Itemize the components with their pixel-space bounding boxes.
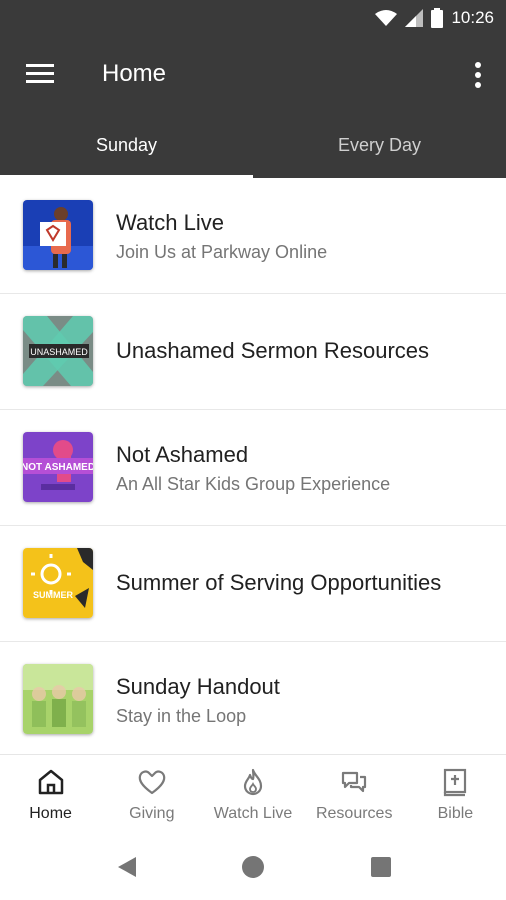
thumb-text: NOT ASHAMED: [23, 462, 93, 473]
nav-home[interactable]: Home: [0, 755, 101, 835]
tab-label: Every Day: [337, 134, 422, 155]
status-icons: 10:26: [375, 8, 494, 28]
battery-icon: [431, 8, 444, 28]
clock: 10:26: [451, 8, 494, 27]
nav-resources[interactable]: Resources: [304, 755, 405, 835]
list-item-unashamed-sermon-resources[interactable]: UNASHAMED Unashamed Sermon Resources: [0, 294, 506, 410]
app-bar: Home: [0, 36, 506, 112]
sunday-handout-thumbnail: [23, 664, 93, 734]
menu-icon[interactable]: [26, 62, 54, 86]
tab-label: Sunday: [95, 134, 158, 155]
list-item-sunday-handout[interactable]: Sunday Handout Stay in the Loop: [0, 642, 506, 758]
heart-icon: [138, 770, 166, 795]
home-icon: [38, 769, 63, 795]
item-subtitle: An All Star Kids Group Experience: [116, 474, 391, 494]
tab-sunday[interactable]: Sunday: [0, 112, 253, 178]
list-item-summer-of-serving[interactable]: SUMMER Summer of Serving Opportunities: [0, 526, 506, 642]
item-title: Summer of Serving Opportunities: [116, 570, 442, 595]
item-title: Unashamed Sermon Resources: [116, 338, 430, 363]
chat-bubbles-icon: [342, 771, 367, 793]
list-item-watch-live[interactable]: Watch Live Join Us at Parkway Online: [0, 178, 506, 294]
nav-giving[interactable]: Giving: [101, 755, 202, 835]
status-bar: 10:26: [0, 0, 506, 36]
nav-label: Resources: [315, 805, 393, 822]
item-title: Watch Live: [116, 210, 225, 235]
page-title: Home: [102, 60, 167, 87]
watch-live-thumbnail: [23, 200, 93, 270]
item-title: Sunday Handout: [116, 674, 280, 699]
item-title: Not Ashamed: [116, 442, 249, 467]
tab-bar: Sunday Every Day: [0, 112, 506, 178]
system-navigation-bar: [0, 834, 506, 900]
thumb-text: SUMMER: [33, 590, 73, 600]
more-vert-icon[interactable]: [470, 60, 486, 90]
home-button-icon[interactable]: [240, 854, 266, 880]
bottom-navigation: Home Giving Watch Live Resources Bible: [0, 754, 506, 835]
nav-bible[interactable]: Bible: [405, 755, 506, 835]
bible-icon: [444, 768, 467, 797]
list-item-not-ashamed[interactable]: NOT ASHAMED Not Ashamed An All Star Kids…: [0, 410, 506, 526]
content-list: Watch Live Join Us at Parkway Online UNA…: [0, 178, 506, 758]
back-icon[interactable]: [114, 854, 140, 880]
nav-label: Bible: [437, 805, 474, 822]
wifi-icon: [375, 10, 398, 26]
unashamed-thumbnail: UNASHAMED: [23, 316, 93, 386]
tab-every-day[interactable]: Every Day: [253, 112, 506, 178]
nav-label: Giving: [129, 805, 175, 822]
item-subtitle: Stay in the Loop: [116, 706, 247, 726]
summer-thumbnail: SUMMER: [23, 548, 93, 618]
nav-label: Watch Live: [213, 805, 293, 822]
recents-icon[interactable]: [368, 854, 394, 880]
not-ashamed-thumbnail: NOT ASHAMED: [23, 432, 93, 502]
nav-watch-live[interactable]: Watch Live: [202, 755, 303, 835]
flame-icon: [243, 768, 263, 796]
item-subtitle: Join Us at Parkway Online: [116, 242, 328, 262]
thumb-text: UNASHAMED: [30, 347, 88, 357]
nav-label: Home: [29, 805, 72, 822]
cell-signal-icon: [405, 9, 424, 27]
